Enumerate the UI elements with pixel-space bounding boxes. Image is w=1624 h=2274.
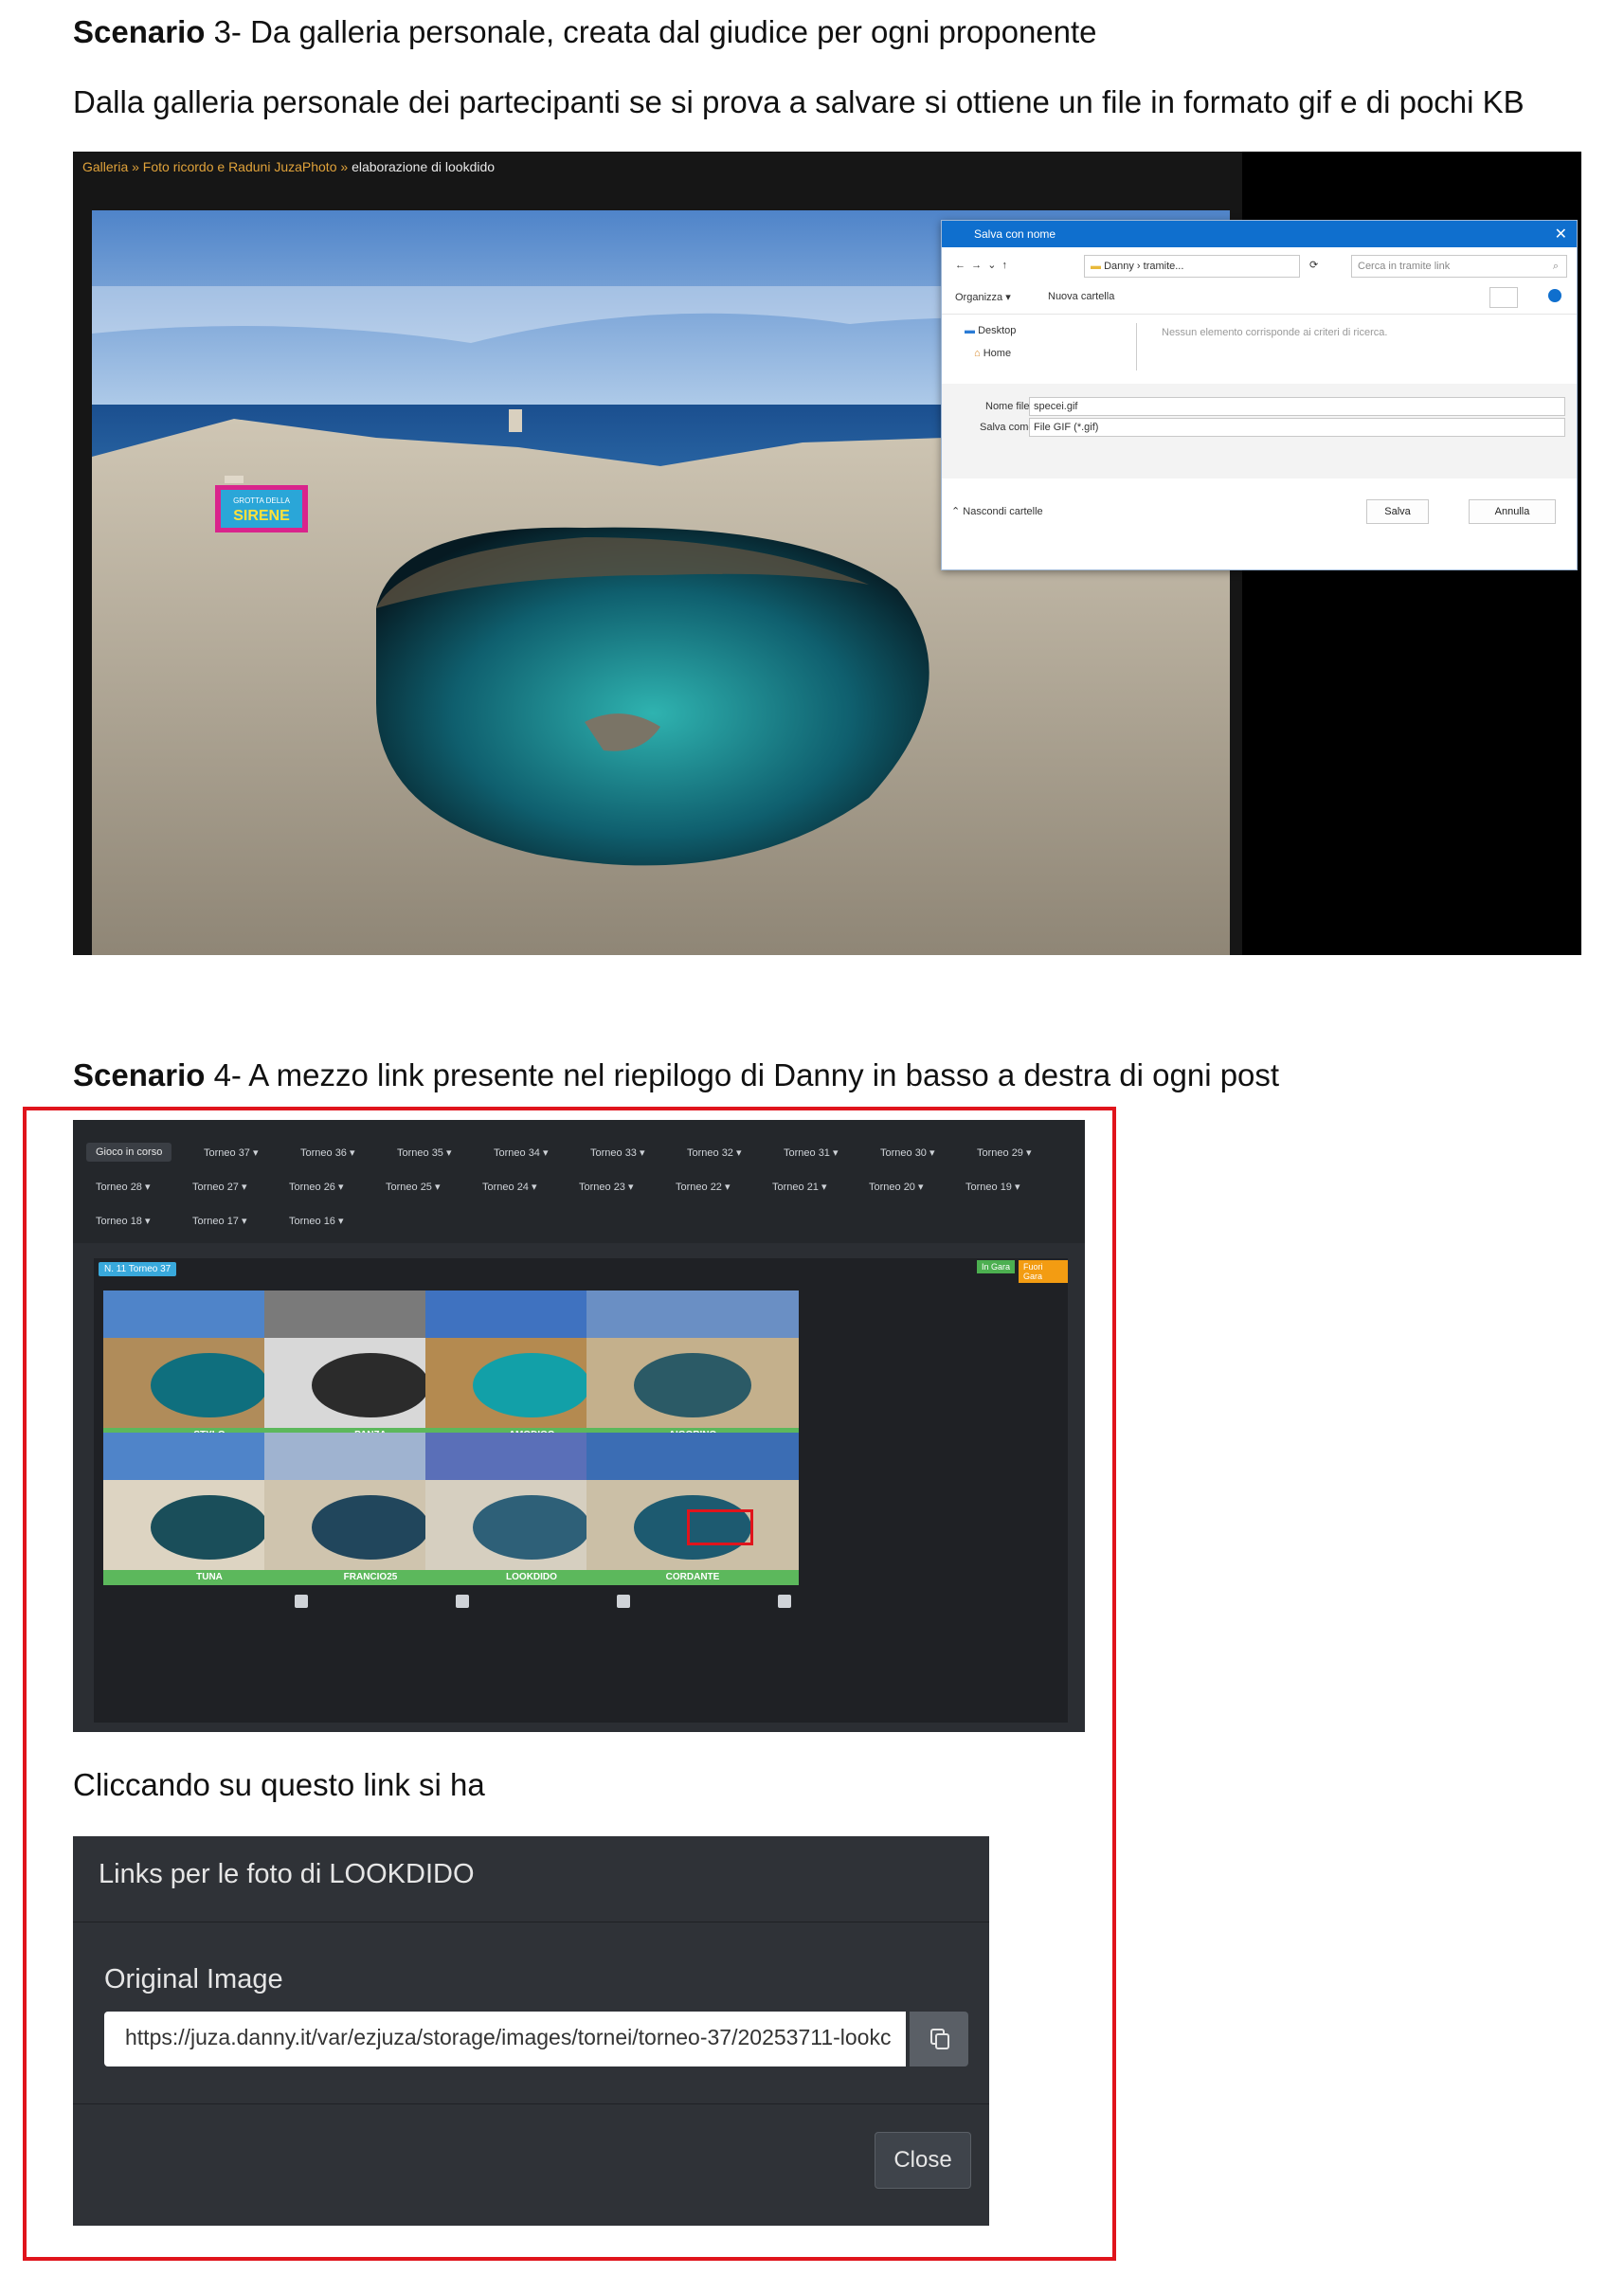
scenario-3-description: Dalla galleria personale dei partecipant…: [73, 84, 1525, 119]
tab-torneo[interactable]: Torneo 32 ▾: [687, 1146, 742, 1159]
link-icon[interactable]: [456, 1595, 469, 1608]
tab-torneo[interactable]: Torneo 22 ▾: [676, 1181, 731, 1193]
entry-thumbnail[interactable]: [586, 1290, 799, 1428]
tab-torneo[interactable]: Torneo 29 ▾: [977, 1146, 1032, 1159]
search-placeholder: Cerca in tramite link: [1358, 261, 1451, 272]
tab-torneo[interactable]: Torneo 19 ▾: [965, 1181, 1020, 1193]
hide-folders-label: Nascondi cartelle: [963, 506, 1043, 517]
search-icon: ⌕: [1552, 261, 1559, 272]
refresh-icon[interactable]: ⟳: [1309, 259, 1318, 271]
save-as-dialog: Salva con nome ✕ ← → ⌄ ↑ ▬ Danny › trami…: [941, 220, 1578, 570]
folder-icon: ▬: [1091, 261, 1101, 272]
tab-current-game[interactable]: Gioco in corso: [86, 1143, 172, 1162]
tab-torneo[interactable]: Torneo 28 ▾: [96, 1181, 151, 1193]
in-gara-badge: In Gara: [977, 1260, 1016, 1273]
organize-button[interactable]: Organizza ▾: [955, 291, 1011, 303]
save-button[interactable]: Salva: [1366, 499, 1429, 524]
tab-torneo[interactable]: Torneo 16 ▾: [289, 1215, 344, 1227]
scenario-3-label: Scenario: [73, 14, 206, 49]
dialog-titlebar: Salva con nome ✕: [942, 221, 1577, 247]
original-image-label: Original Image: [104, 1964, 283, 1994]
sign-line-1: GROTTA DELLA: [233, 496, 291, 505]
copy-icon: [930, 2029, 949, 2049]
modal-footer-divider: [73, 2103, 989, 2104]
cancel-button[interactable]: Annulla: [1469, 499, 1556, 524]
scenario-3-title: 3- Da galleria personale, creata dal giu…: [205, 14, 1097, 49]
entry-card[interactable]: AIGORINO: [586, 1290, 799, 1466]
breadcrumb-links[interactable]: Galleria » Foto ricordo e Raduni JuzaPho…: [82, 159, 348, 174]
tab-torneo[interactable]: Torneo 36 ▾: [300, 1146, 355, 1159]
scenario-3-heading: Scenario 3- Da galleria personale, creat…: [73, 13, 1097, 51]
entry-name: CORDANTE: [586, 1570, 799, 1585]
home-icon: ⌂: [974, 348, 981, 359]
empty-message: Nessun elemento corrisponde ai criteri d…: [1162, 327, 1388, 338]
tab-torneo[interactable]: Torneo 17 ▾: [192, 1215, 247, 1227]
link-icon[interactable]: [295, 1595, 308, 1608]
path-text: Danny › tramite...: [1104, 261, 1184, 272]
scenario-4-title: 4- A mezzo link presente nel riepilogo d…: [205, 1057, 1280, 1092]
nav-arrows[interactable]: ← → ⌄ ↑: [955, 259, 1007, 271]
tab-torneo[interactable]: Torneo 23 ▾: [579, 1181, 634, 1193]
view-icon[interactable]: [1489, 287, 1518, 308]
filename-label: Nome file:: [985, 401, 1033, 412]
tab-torneo[interactable]: Torneo 31 ▾: [784, 1146, 839, 1159]
fuori-gara-badge: Fuori Gara: [1019, 1260, 1068, 1283]
scenario-4-heading: Scenario 4- A mezzo link presente nel ri…: [73, 1056, 1279, 1094]
tab-torneo[interactable]: Torneo 20 ▾: [869, 1181, 924, 1193]
breadcrumb-current: elaborazione di lookdido: [352, 159, 496, 174]
url-input[interactable]: https://juza.danny.it/var/ezjuza/storage…: [104, 2012, 906, 2066]
entry-thumbnail[interactable]: [586, 1433, 799, 1570]
tree-label: Desktop: [978, 325, 1017, 336]
breadcrumb: Galleria » Foto ricordo e Raduni JuzaPho…: [82, 159, 495, 174]
click-description: Cliccando su questo link si ha: [73, 1767, 485, 1802]
search-input[interactable]: Cerca in tramite link ⌕: [1351, 255, 1567, 278]
tab-torneo[interactable]: Torneo 21 ▾: [772, 1181, 827, 1193]
path-bar[interactable]: ▬ Danny › tramite...: [1084, 255, 1300, 278]
tree-item-desktop[interactable]: ▬ Desktop: [965, 325, 1016, 336]
close-button[interactable]: Close: [875, 2132, 971, 2189]
divider: [942, 314, 1577, 315]
desktop-icon: ▬: [965, 325, 975, 336]
entry-photo: [586, 1433, 799, 1570]
help-icon[interactable]: [1548, 289, 1561, 302]
type-select[interactable]: File GIF (*.gif): [1029, 418, 1565, 437]
sign-grotta-sirene: GROTTA DELLA SIRENE: [215, 485, 308, 532]
tab-torneo[interactable]: Torneo 37 ▾: [204, 1146, 259, 1159]
copy-button[interactable]: [910, 2012, 968, 2066]
entries-panel: N. 11 Torneo 37 In Gara Fuori Gara STYLO…: [94, 1258, 1068, 1723]
gallery-screenshot: Galleria » Foto ricordo e Raduni JuzaPho…: [73, 152, 1581, 955]
tab-torneo[interactable]: Torneo 18 ▾: [96, 1215, 151, 1227]
tab-torneo[interactable]: Torneo 30 ▾: [880, 1146, 935, 1159]
tournament-screenshot: Gioco in corso Torneo 37 ▾ Torneo 36 ▾ T…: [73, 1120, 1085, 1732]
tab-torneo[interactable]: Torneo 33 ▾: [590, 1146, 645, 1159]
tournament-tabs: Gioco in corso Torneo 37 ▾ Torneo 36 ▾ T…: [73, 1120, 1085, 1243]
tree-label: Home: [983, 348, 1012, 359]
filename-input[interactable]: specei.gif: [1029, 397, 1565, 416]
tab-torneo[interactable]: Torneo 25 ▾: [386, 1181, 441, 1193]
tab-torneo[interactable]: Torneo 24 ▾: [482, 1181, 537, 1193]
new-folder-button[interactable]: Nuova cartella: [1048, 291, 1114, 302]
close-icon[interactable]: ✕: [1555, 225, 1567, 244]
chevron-up-icon: ⌃: [951, 506, 961, 517]
tree-item-home[interactable]: ⌂ Home: [974, 348, 1011, 359]
hide-folders-toggle[interactable]: ⌃ Nascondi cartelle: [951, 505, 1043, 517]
links-modal: Links per le foto di LOOKDIDO Original I…: [73, 1836, 989, 2226]
link-highlight-box: [687, 1509, 753, 1545]
link-icon[interactable]: [778, 1595, 791, 1608]
tab-torneo[interactable]: Torneo 27 ▾: [192, 1181, 247, 1193]
tournament-badge: N. 11 Torneo 37: [99, 1262, 177, 1276]
dialog-title: Salva con nome: [974, 227, 1056, 241]
tab-torneo[interactable]: Torneo 26 ▾: [289, 1181, 344, 1193]
tab-torneo[interactable]: Torneo 35 ▾: [397, 1146, 452, 1159]
entry-photo: [586, 1290, 799, 1428]
sign-line-2: SIRENE: [233, 508, 290, 524]
modal-title: Links per le foto di LOOKDIDO: [99, 1859, 475, 1889]
tab-torneo[interactable]: Torneo 34 ▾: [494, 1146, 549, 1159]
splitter[interactable]: [1136, 323, 1137, 370]
url-text: https://juza.danny.it/var/ezjuza/storage…: [125, 2025, 892, 2049]
scenario-4-label: Scenario: [73, 1057, 206, 1092]
link-icon[interactable]: [617, 1595, 630, 1608]
